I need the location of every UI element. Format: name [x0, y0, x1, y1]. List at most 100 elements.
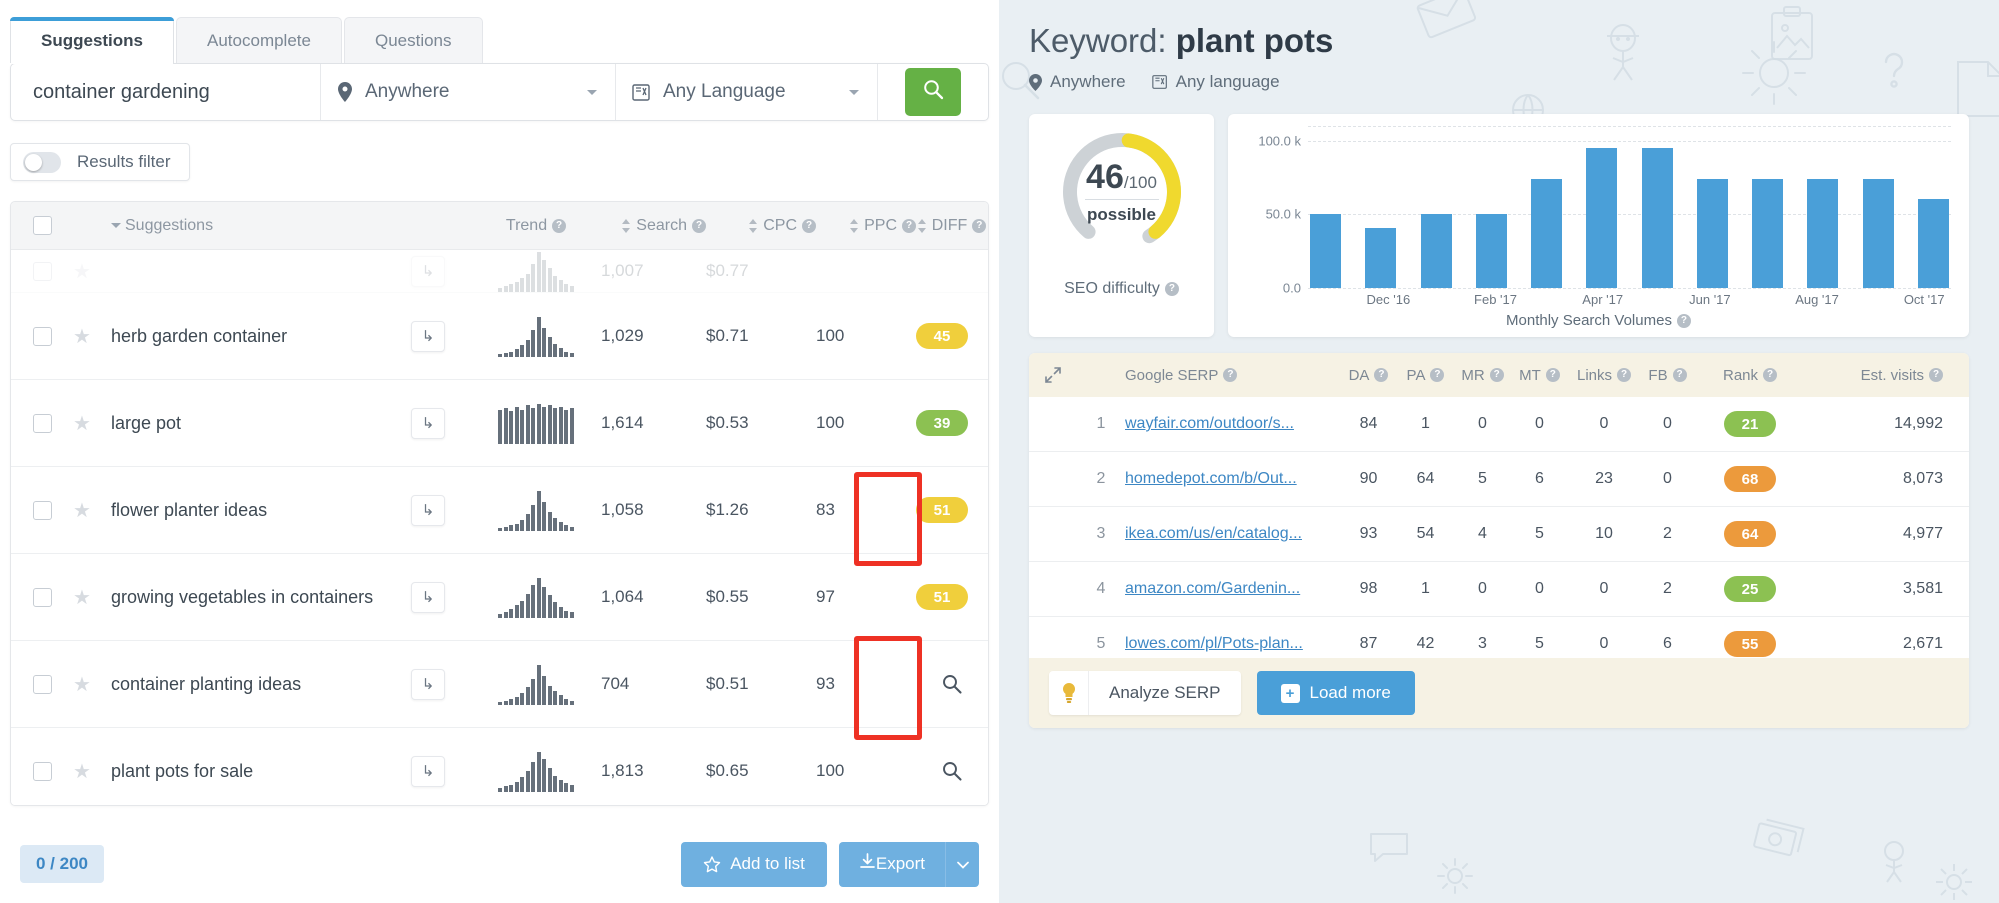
tab-questions[interactable]: Questions [344, 17, 483, 63]
serp-url-link[interactable]: ikea.com/us/en/catalog... [1125, 525, 1302, 542]
table-row[interactable]: ★growing vegetables in containers↳1,064$… [11, 554, 988, 641]
toggle-switch[interactable] [23, 152, 61, 173]
serp-row[interactable]: 1wayfair.com/outdoor/s...84100002114,992 [1029, 397, 1969, 452]
table-row[interactable]: ★herb garden container↳1,029$0.7110045 [11, 293, 988, 380]
chart-bar[interactable] [1531, 179, 1562, 288]
serp-url-link[interactable]: homedepot.com/b/Out... [1125, 470, 1297, 487]
select-all-checkbox[interactable] [33, 216, 52, 235]
table-row[interactable]: ★plant pots for sale↳1,813$0.65100 [11, 728, 988, 805]
expand-serp-button[interactable] [1029, 367, 1077, 383]
chart-bar[interactable] [1476, 214, 1507, 288]
suggestion-keyword[interactable]: flower planter ideas [111, 500, 275, 520]
chart-bar[interactable] [1863, 179, 1894, 288]
chart-bar[interactable] [1586, 148, 1617, 288]
row-checkbox[interactable] [33, 501, 52, 520]
favorite-star-icon[interactable]: ★ [73, 259, 111, 284]
help-icon[interactable]: ? [902, 219, 916, 233]
suggestion-keyword[interactable]: herb garden container [111, 326, 295, 346]
load-more-button[interactable]: + Load more [1257, 671, 1415, 715]
serp-row[interactable]: 3ikea.com/us/en/catalog...935445102644,9… [1029, 507, 1969, 562]
suggestion-keyword[interactable]: container planting ideas [111, 674, 309, 694]
arrow-right-down-icon[interactable]: ↳ [411, 582, 445, 613]
favorite-star-icon[interactable]: ★ [73, 498, 111, 523]
chart-bar[interactable] [1697, 179, 1728, 288]
arrow-right-down-icon[interactable]: ↳ [411, 669, 445, 700]
row-checkbox[interactable] [33, 262, 52, 281]
arrow-right-down-icon[interactable]: ↳ [411, 495, 445, 526]
chart-bar[interactable] [1421, 214, 1452, 288]
help-icon[interactable]: ? [692, 219, 706, 233]
sort-icon[interactable] [622, 219, 631, 233]
sort-icon[interactable] [850, 219, 859, 233]
add-to-list-button[interactable]: Add to list [681, 842, 827, 887]
help-icon[interactable]: ? [1763, 368, 1777, 382]
table-row[interactable]: ★large pot↳1,614$0.5310039 [11, 380, 988, 467]
chart-bar[interactable] [1807, 179, 1838, 288]
col-ppc[interactable]: PPC ? [816, 217, 916, 235]
table-row[interactable]: ★↳1,007$0.77 [11, 250, 988, 293]
arrow-right-down-icon[interactable]: ↳ [411, 408, 445, 439]
suggestion-keyword[interactable]: growing vegetables in containers [111, 587, 381, 607]
serp-url-link[interactable]: lowes.com/pl/Pots-plan... [1125, 635, 1303, 652]
help-icon[interactable]: ? [802, 219, 816, 233]
favorite-star-icon[interactable]: ★ [73, 585, 111, 610]
help-icon[interactable]: ? [1677, 314, 1691, 328]
search-submit-button[interactable] [905, 68, 961, 116]
results-filter-toggle[interactable]: Results filter [10, 143, 190, 181]
suggestion-keyword[interactable]: plant pots for sale [111, 761, 261, 781]
chart-bar[interactable] [1642, 148, 1673, 288]
analyze-serp-button[interactable]: Analyze SERP [1049, 671, 1241, 715]
col-diff[interactable]: DIFF ? [916, 217, 988, 235]
help-icon[interactable]: ? [1490, 368, 1504, 382]
favorite-star-icon[interactable]: ★ [73, 411, 111, 436]
serp-row[interactable]: 2homedepot.com/b/Out...906456230688,073 [1029, 452, 1969, 507]
help-icon[interactable]: ? [1617, 368, 1631, 382]
col-cpc[interactable]: CPC ? [706, 217, 816, 235]
help-icon[interactable]: ? [972, 219, 986, 233]
favorite-star-icon[interactable]: ★ [73, 759, 111, 784]
row-checkbox[interactable] [33, 762, 52, 781]
help-icon[interactable]: ? [1929, 368, 1943, 382]
language-select[interactable]: Any Language [616, 64, 878, 120]
chart-bar[interactable] [1310, 214, 1341, 288]
serp-url-link[interactable]: amazon.com/Gardenin... [1125, 580, 1300, 597]
table-row[interactable]: ★flower planter ideas↳1,058$1.268351 [11, 467, 988, 554]
search-icon[interactable] [916, 761, 988, 781]
row-checkbox[interactable] [33, 588, 52, 607]
export-button[interactable]: Export [839, 842, 945, 887]
help-icon[interactable]: ? [1223, 368, 1237, 382]
favorite-star-icon[interactable]: ★ [73, 672, 111, 697]
tab-suggestions[interactable]: Suggestions [10, 17, 174, 63]
location-select[interactable]: Anywhere [321, 64, 616, 120]
export-dropdown-button[interactable] [945, 842, 979, 887]
row-checkbox[interactable] [33, 414, 52, 433]
col-trend[interactable]: Trend ? [471, 217, 601, 235]
table-row[interactable]: ★container planting ideas↳704$0.5193 [11, 641, 988, 728]
suggestion-keyword[interactable]: large pot [111, 413, 189, 433]
col-search[interactable]: Search ? [601, 217, 706, 235]
help-icon[interactable]: ? [1430, 368, 1444, 382]
row-checkbox[interactable] [33, 327, 52, 346]
arrow-right-down-icon[interactable]: ↳ [411, 756, 445, 787]
search-icon[interactable] [916, 674, 988, 694]
chart-bar[interactable] [1918, 199, 1949, 288]
help-icon[interactable]: ? [1165, 282, 1179, 296]
help-icon[interactable]: ? [552, 219, 566, 233]
keyword-input[interactable]: container gardening [11, 64, 321, 120]
help-icon[interactable]: ? [1546, 368, 1560, 382]
suggestion-keyword[interactable] [111, 261, 119, 281]
col-suggestions[interactable]: Suggestions [111, 217, 411, 235]
chart-bar[interactable] [1752, 179, 1783, 288]
tab-autocomplete[interactable]: Autocomplete [176, 17, 342, 63]
help-icon[interactable]: ? [1374, 368, 1388, 382]
arrow-right-down-icon[interactable]: ↳ [411, 321, 445, 352]
chart-bar[interactable] [1365, 228, 1396, 288]
row-checkbox[interactable] [33, 675, 52, 694]
sort-icon[interactable] [749, 219, 758, 233]
help-icon[interactable]: ? [1673, 368, 1687, 382]
serp-row[interactable]: 4amazon.com/Gardenin...9810002253,581 [1029, 562, 1969, 617]
serp-url-link[interactable]: wayfair.com/outdoor/s... [1125, 415, 1294, 432]
sort-icon[interactable] [918, 219, 927, 233]
arrow-right-down-icon[interactable]: ↳ [411, 256, 445, 287]
favorite-star-icon[interactable]: ★ [73, 324, 111, 349]
